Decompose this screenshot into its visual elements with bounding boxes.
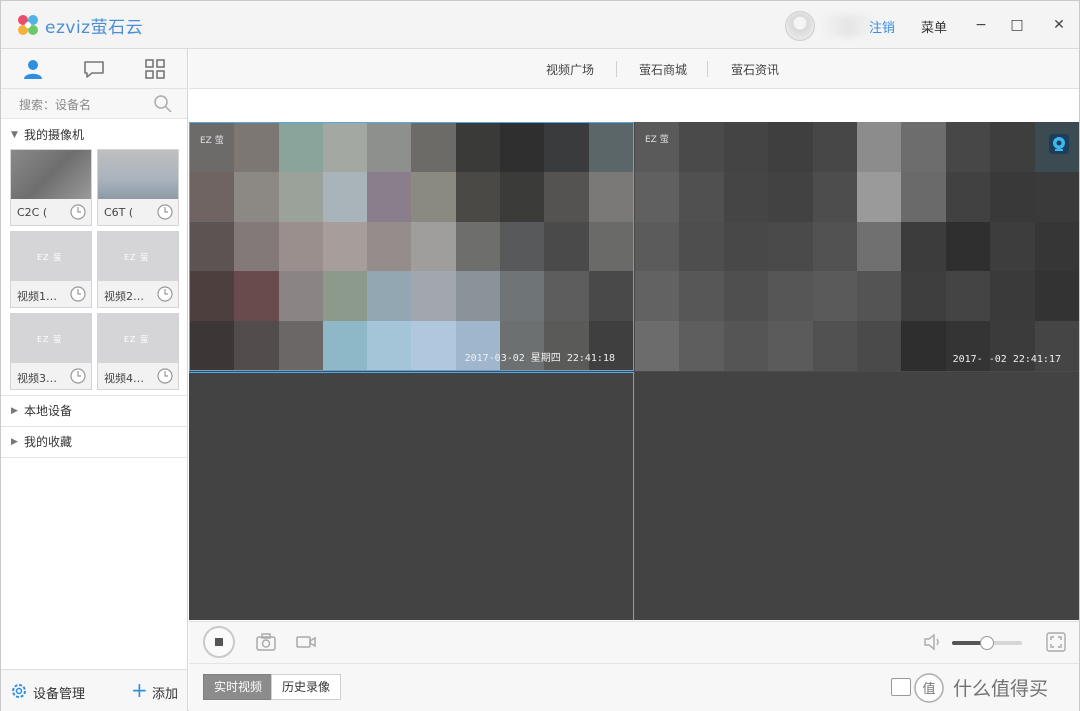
device-management-button[interactable]: 设备管理 [33,683,85,702]
camera-thumbnail: EZ 萤 [98,314,178,363]
camera-thumbnail [11,150,91,199]
camera-name: C2C ( [17,206,48,219]
video-grid: EZ 萤 2017-03-02 星期四 22:41:18 EZ 萤 2017- … [189,122,1079,620]
main-window: ezviz萤石云 注销 菜单 − □ ✕ 搜索：设备名 ▼ 我的摄像机 C2C … [0,0,1080,711]
video-header-space [189,90,1079,122]
brand-name: ezviz萤石云 [45,18,144,38]
camera-name: 视频1… [17,290,57,303]
mini-logo: EZ 萤 [37,253,63,262]
gear-icon[interactable] [10,682,28,700]
group-my-cameras[interactable]: ▼ 我的摄像机 [1,121,187,149]
left-footer: 设备管理 + 添加 [1,669,187,711]
group-favorites[interactable]: ▶ 我的收藏 [1,428,187,456]
camera-name: 视频4… [104,372,144,385]
minimize-button[interactable]: − [969,13,993,37]
nav-divider [707,61,708,77]
ezviz-logo-icon [18,15,38,35]
volume-icon[interactable] [922,632,944,652]
record-video-icon[interactable] [295,632,317,652]
layout-single-icon[interactable] [891,678,911,696]
menu-button[interactable]: 菜单 [921,17,947,36]
group-local-devices[interactable]: ▶ 本地设备 [1,397,187,425]
clock-icon[interactable] [156,367,174,385]
chevron-down-icon: ▼ [11,130,18,140]
person-icon[interactable] [21,57,45,81]
video-pane-2[interactable]: EZ 萤 2017- -02 22:41:17 [635,122,1079,371]
left-tabs [1,49,187,89]
mini-logo: EZ 萤 [200,136,224,146]
camera-name: C6T ( [104,206,134,219]
camera-thumbnail [98,150,178,199]
video-feed-pixelated [635,122,1079,371]
camera-card[interactable]: EZ 萤 视频1… [10,231,92,308]
mini-logo: EZ 萤 [124,253,150,262]
tab-live-video[interactable]: 实时视频 [203,674,274,700]
nav-store[interactable]: 萤石商城 [639,61,687,78]
clock-icon[interactable] [156,285,174,303]
divider [1,457,187,458]
search-icon[interactable] [153,94,173,114]
video-feed-pixelated [190,123,633,370]
chat-icon[interactable] [82,57,106,81]
camera-snapshot-icon[interactable] [255,632,277,652]
nav-video-square[interactable]: 视频广场 [546,61,594,78]
smzdm-watermark-logo: 值 什么值得买 [914,673,1048,703]
volume-slider[interactable] [952,636,1022,650]
maximize-button[interactable]: □ [1005,13,1029,37]
volume-handle[interactable] [980,636,994,650]
mini-logo: EZ 萤 [645,135,669,145]
camera-card[interactable]: C6T ( [97,149,179,226]
fullscreen-icon[interactable] [1045,632,1067,652]
camera-thumbnail: EZ 萤 [11,314,91,363]
camera-card[interactable]: EZ 萤 视频3… [10,313,92,390]
search-box[interactable]: 搜索：设备名 [1,89,187,119]
mini-logo: EZ 萤 [37,335,63,344]
camera-badge-icon [1049,134,1069,154]
user-avatar[interactable] [785,11,815,41]
search-input[interactable]: 搜索：设备名 [19,96,91,113]
tab-history-playback[interactable]: 历史录像 [271,674,342,700]
divider [1,426,187,427]
divider [1,395,187,396]
clock-icon[interactable] [69,203,87,221]
camera-name: 视频3… [17,372,57,385]
nav-news[interactable]: 萤石资讯 [731,61,779,78]
logout-link[interactable]: 注销 [869,17,895,36]
clock-icon[interactable] [156,203,174,221]
add-device-button[interactable]: 添加 [152,683,178,702]
video-pane-1[interactable]: EZ 萤 2017-03-02 星期四 22:41:18 [189,122,634,371]
svg-text:什么值得买: 什么值得买 [953,678,1048,700]
clock-icon[interactable] [69,285,87,303]
clock-icon[interactable] [69,367,87,385]
mini-logo: EZ 萤 [124,335,150,344]
video-timestamp: 2017- -02 22:41:17 [952,354,1061,365]
grid-icon[interactable] [143,57,167,81]
svg-text:值: 值 [922,681,935,697]
stop-button[interactable] [203,626,235,658]
title-bar: ezviz萤石云 注销 菜单 − □ ✕ [1,1,1079,49]
watermark: 值 什么值得买 [911,671,1077,705]
camera-lens-icon [1053,137,1065,151]
camera-thumbnail: EZ 萤 [11,232,91,281]
camera-card[interactable]: EZ 萤 视频4… [97,313,179,390]
nav-divider [616,61,617,77]
chevron-right-icon: ▶ [11,406,18,416]
video-timestamp: 2017-03-02 星期四 22:41:18 [464,353,615,364]
close-button[interactable]: ✕ [1047,13,1071,37]
video-pane-4[interactable] [635,372,1079,620]
chevron-right-icon: ▶ [11,437,18,447]
left-panel: 搜索：设备名 ▼ 我的摄像机 C2C ( C6T (EZ 萤 视频1… EZ … [1,49,188,711]
camera-thumbnail: EZ 萤 [98,232,178,281]
camera-card[interactable]: C2C ( [10,149,92,226]
plus-icon[interactable]: + [131,678,148,702]
top-nav: 视频广场 萤石商城 萤石资讯 [189,49,1079,89]
stop-icon [215,638,223,646]
camera-card[interactable]: EZ 萤 视频2… [97,231,179,308]
video-pane-3[interactable] [189,372,634,620]
user-name-blurred [821,15,875,37]
camera-name: 视频2… [104,290,144,303]
playback-controls [189,621,1079,663]
